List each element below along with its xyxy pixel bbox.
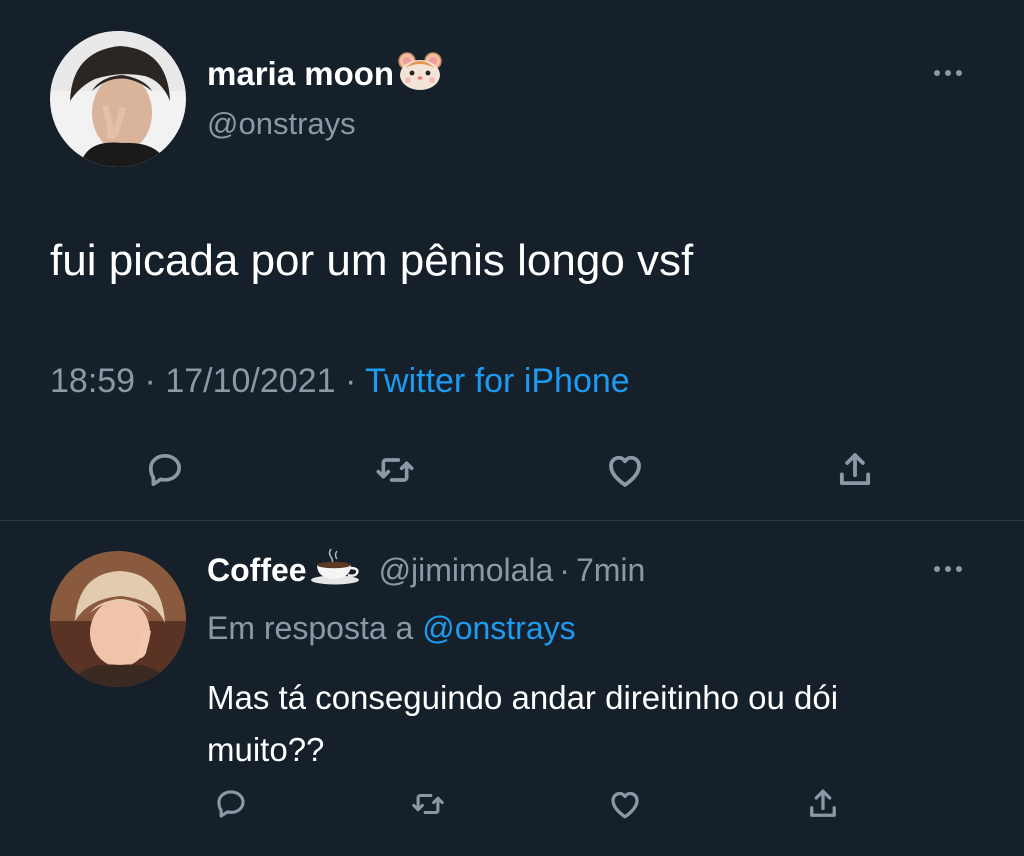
reply-text: Mas tá conseguindo andar direitinho ou d…	[207, 672, 838, 776]
tweet-time[interactable]: 18:59	[50, 362, 135, 400]
reply-context: Em resposta a @onstrays	[207, 608, 576, 648]
tweet-meta: 18:59 · 17/10/2021 · Twitter for iPhone	[50, 360, 630, 402]
like-button[interactable]	[600, 445, 650, 495]
avatar[interactable]	[50, 31, 186, 167]
share-button[interactable]	[801, 782, 845, 826]
retweet-button[interactable]	[370, 445, 420, 495]
share-icon	[810, 789, 836, 817]
reply-display-name[interactable]: Coffee	[207, 552, 307, 589]
user-handle[interactable]: @onstrays	[207, 106, 356, 142]
retweet-button[interactable]	[406, 782, 450, 826]
reply-to-mention[interactable]: @onstrays	[422, 610, 575, 646]
tweet-text: fui picada por um pênis longo vsf	[50, 236, 694, 285]
share-button[interactable]	[830, 445, 880, 495]
share-icon	[839, 453, 871, 486]
coffee-cup-icon	[309, 546, 363, 594]
like-button[interactable]	[603, 782, 647, 826]
reply-text-line: Mas tá conseguindo andar direitinho ou d…	[207, 679, 839, 716]
reply-button[interactable]	[209, 782, 253, 826]
reply-button[interactable]	[140, 445, 190, 495]
reply-avatar[interactable]	[50, 551, 186, 687]
avatar-image	[50, 31, 186, 167]
tweet-date[interactable]: 17/10/2021	[165, 362, 335, 400]
reply-text-line: muito??	[207, 731, 325, 768]
reply-prefix: Em resposta a	[207, 610, 414, 646]
meta-separator: ·	[144, 362, 156, 400]
divider	[0, 520, 1024, 521]
meta-separator: ·	[344, 362, 357, 400]
more-options-icon[interactable]	[934, 70, 962, 76]
like-icon	[609, 455, 641, 487]
avatar-image	[50, 551, 186, 687]
author-name-row: maria moon	[207, 51, 443, 97]
retweet-icon	[376, 458, 414, 482]
tweet-source-link[interactable]: Twitter for iPhone	[365, 362, 630, 400]
like-icon	[611, 791, 639, 819]
reply-handle[interactable]: @jimimolala	[379, 552, 554, 589]
more-options-icon[interactable]	[934, 566, 962, 572]
reply-icon	[217, 790, 245, 818]
display-name[interactable]: maria moon	[207, 55, 394, 93]
hamster-face-icon	[397, 51, 443, 97]
reply-header: Coffee @jimimolala · 7min	[207, 548, 645, 592]
meta-separator: ·	[559, 551, 570, 588]
reply-timestamp[interactable]: 7min	[576, 552, 645, 589]
reply-icon	[149, 454, 182, 486]
retweet-icon	[412, 793, 444, 815]
